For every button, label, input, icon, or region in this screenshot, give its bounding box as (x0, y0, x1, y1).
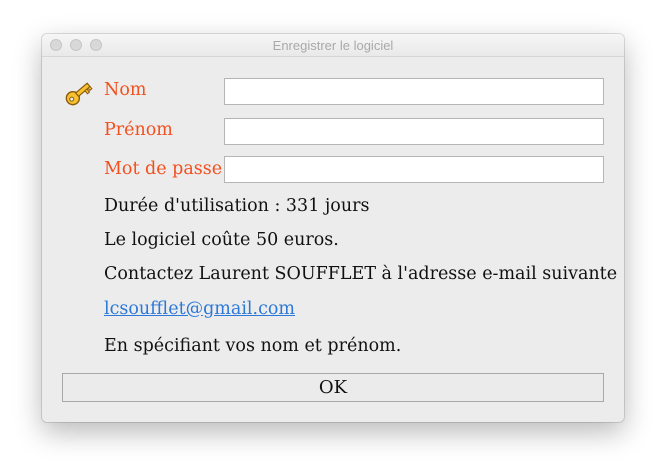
name-label: Nom (104, 80, 147, 100)
ok-button[interactable]: OK (62, 373, 604, 402)
password-input[interactable] (224, 156, 604, 183)
firstname-input[interactable] (224, 118, 604, 145)
email-link[interactable]: lcsoufflet@gmail.com (104, 299, 295, 319)
password-label: Mot de passe (104, 159, 223, 179)
usage-duration-text: Durée d'utilisation : 331 jours (104, 196, 370, 216)
register-dialog: Enregistrer le logiciel Nom Prénom Mot d… (42, 34, 624, 422)
title-bar: Enregistrer le logiciel (42, 34, 624, 57)
window-title: Enregistrer le logiciel (272, 38, 394, 53)
instruction-text: En spécifiant vos nom et prénom. (104, 336, 402, 356)
name-input[interactable] (224, 78, 604, 105)
firstname-label: Prénom (104, 120, 173, 140)
contact-text: Contactez Laurent SOUFFLET à l'adresse e… (104, 264, 624, 284)
price-text: Le logiciel coûte 50 euros. (104, 230, 339, 250)
key-icon (65, 82, 93, 106)
